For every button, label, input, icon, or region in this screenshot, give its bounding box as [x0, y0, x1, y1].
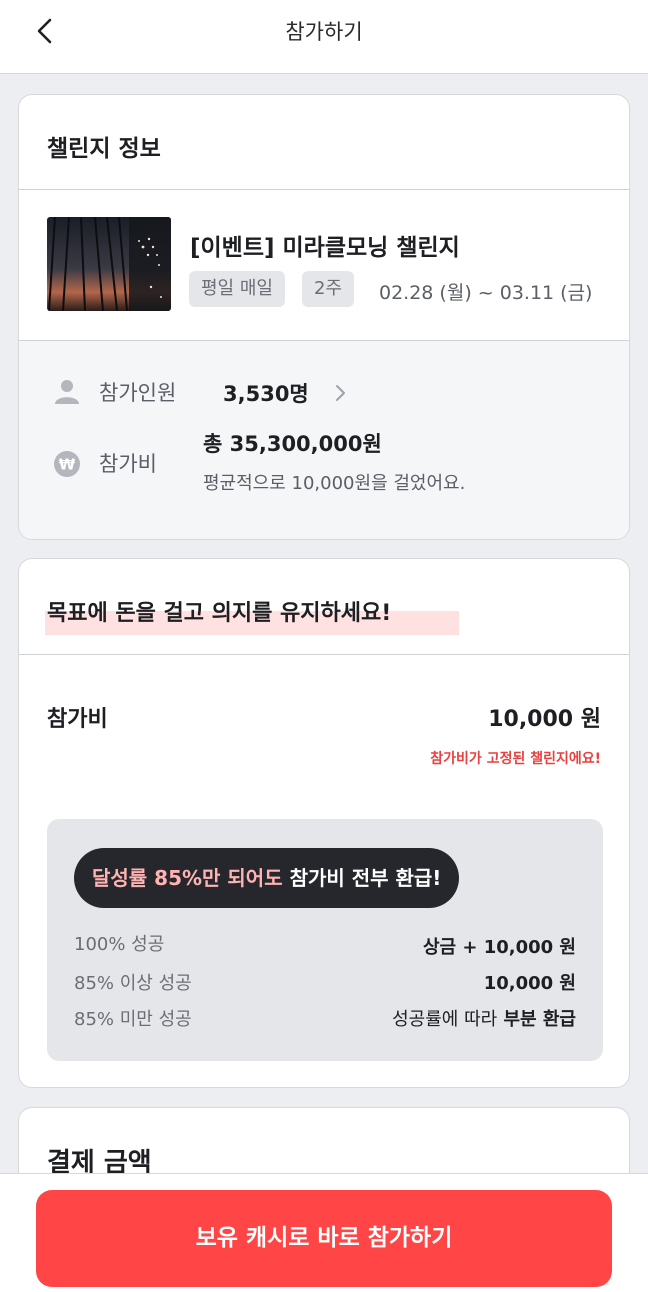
- person-icon: [53, 377, 81, 405]
- fee-average: 평균적으로 10,000원을 걸었어요.: [203, 473, 466, 494]
- participants-count[interactable]: 3,530명: [223, 378, 309, 408]
- challenge-info-title: 챌린지 정보: [47, 136, 161, 162]
- fee-amount-label: 참가비: [47, 707, 108, 732]
- challenge-name: [이벤트] 미라클모닝 챌린지: [190, 235, 460, 261]
- promo-rest: 참가비 전부 환급!: [289, 866, 442, 890]
- frequency-tag: 평일 매일: [189, 271, 285, 307]
- duration-tag: 2주: [302, 271, 355, 307]
- participants-label: 참가인원: [99, 381, 177, 405]
- fee-label: 참가비: [99, 452, 157, 476]
- challenge-period: 02.28 (월) ~ 03.11 (금): [379, 282, 593, 304]
- refund-result: 성공률에 따라 부분 환급: [392, 1005, 576, 1031]
- chevron-right-icon[interactable]: [333, 381, 349, 405]
- challenge-info-card: 챌린지 정보 [이벤트] 미라클모닝 챌린지 평일 매일 2주 02.28 (월…: [18, 94, 630, 540]
- bottom-bar: 보유 캐시로 바로 참가하기: [0, 1173, 648, 1292]
- fee-total: 총 35,300,000원: [203, 432, 382, 456]
- fee-amount-value: 10,000 원: [488, 707, 601, 732]
- refund-condition: 85% 이상 성공: [74, 973, 192, 994]
- challenge-stats: 참가인원 3,530명 ₩ 참가비 총 35,300,000원 평균적으로 10…: [19, 340, 629, 539]
- refund-condition: 100% 성공: [74, 934, 165, 955]
- won-icon: ₩: [53, 450, 81, 478]
- headline-text: 목표에 돈을 걸고 의지를 유지하세요!: [47, 601, 392, 626]
- refund-info-box: 달성률 85%만 되어도 참가비 전부 환급! 100% 성공 상금 + 10,…: [47, 819, 603, 1061]
- refund-result-bold: 부분 환급: [503, 1009, 576, 1030]
- divider: [19, 189, 629, 190]
- top-bar: 참가하기: [0, 0, 648, 74]
- join-with-cash-button[interactable]: 보유 캐시로 바로 참가하기: [36, 1190, 612, 1287]
- refund-promo-pill: 달성률 85%만 되어도 참가비 전부 환급!: [74, 848, 460, 908]
- challenge-thumbnail: [47, 217, 171, 311]
- refund-result: 상금 + 10,000 원: [422, 937, 576, 958]
- page-title: 참가하기: [285, 20, 363, 44]
- refund-result-normal: 성공률에 따라: [392, 1009, 498, 1030]
- fee-headline: 목표에 돈을 걸고 의지를 유지하세요!: [45, 595, 459, 635]
- promo-highlight: 달성률 85%만 되어도: [92, 866, 283, 890]
- refund-condition: 85% 미만 성공: [74, 1009, 192, 1030]
- fee-card: 목표에 돈을 걸고 의지를 유지하세요! 참가비 10,000 원 참가비가 고…: [18, 558, 630, 1088]
- fixed-fee-notice: 참가비가 고정된 챌린지에요!: [430, 751, 601, 767]
- refund-result: 10,000 원: [483, 973, 576, 994]
- divider: [19, 654, 629, 655]
- svg-text:₩: ₩: [59, 456, 76, 474]
